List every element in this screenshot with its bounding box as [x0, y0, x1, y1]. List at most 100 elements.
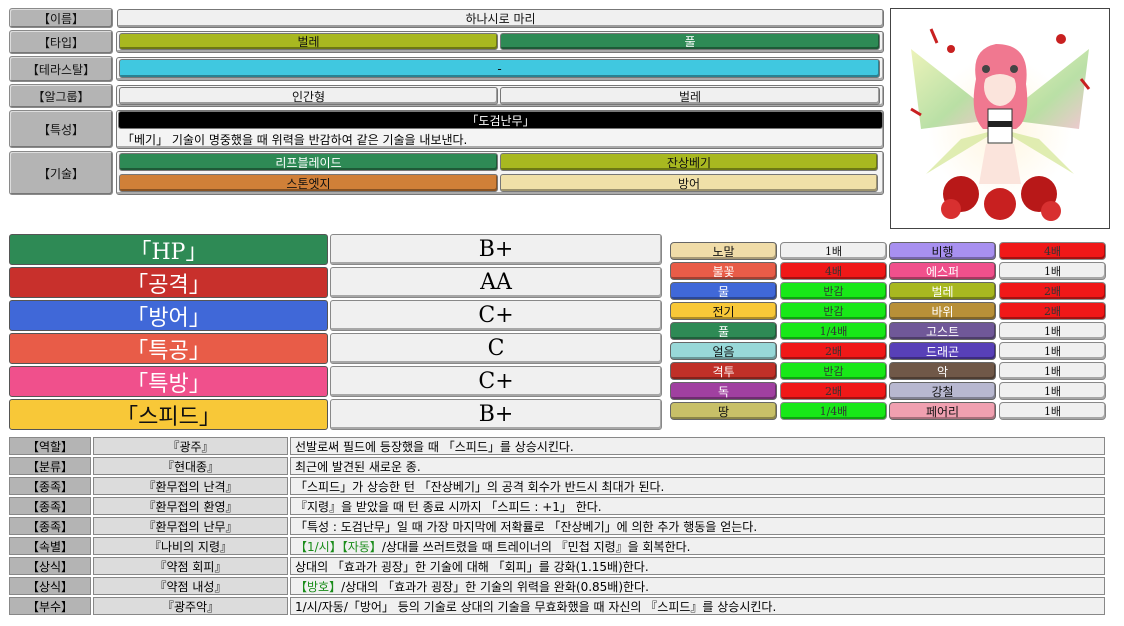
type-chart-type-6: 전기 — [670, 302, 777, 320]
trait-tag-5: 【1/시】【자동】 — [295, 539, 382, 554]
type-chart-type-1: 비행 — [889, 242, 996, 260]
move-4-label: 방어 — [677, 176, 701, 191]
trait-category-3: 【종족】 — [9, 497, 91, 515]
type-chart-multiplier-7: 2배 — [999, 302, 1106, 320]
trait-text-4: 「특성 : 도검난무」일 때 가장 마지막에 저확률로 「잔상베기」에 의한 추… — [295, 519, 758, 534]
type-label: 【타입】 — [9, 30, 113, 54]
type-chart-multiplier-11: 1배 — [999, 342, 1106, 360]
type-chart-multiplier-0: 1배 — [780, 242, 887, 260]
name-label: 【이름】 — [9, 8, 113, 28]
tera-label: 【테라스탈】 — [9, 56, 113, 82]
trait-name-5: 『나비의 지령』 — [93, 537, 288, 555]
type-chart-multiplier-3: 1배 — [999, 262, 1106, 280]
type-chart-multiplier-5: 2배 — [999, 282, 1106, 300]
tera-value: - — [497, 61, 502, 76]
trait-description-0: 선발로써 필드에 등장했을 때 「스피드」를 상승시킨다. — [290, 437, 1105, 455]
type-chart-type-17: 페어리 — [889, 402, 996, 420]
trait-text-0: 선발로써 필드에 등장했을 때 「스피드」를 상승시킨다. — [295, 439, 574, 454]
type-chart-multiplier-15: 1배 — [999, 382, 1106, 400]
stat-name-2: 「방어」 — [9, 300, 328, 331]
trait-name-3: 『환무접의 환영』 — [93, 497, 288, 515]
trait-description-3: 『지령』을 받았을 때 턴 종료 시까지 「스피드 : +1」 한다. — [290, 497, 1105, 515]
type-chart-type-11: 드래곤 — [889, 342, 996, 360]
trait-category-5: 【속별】 — [9, 537, 91, 555]
trait-name-7: 『약점 내성』 — [93, 577, 288, 595]
trait-description-1: 최근에 발견된 새로운 종. — [290, 457, 1105, 475]
trait-text-3: 『지령』을 받았을 때 턴 종료 시까지 「스피드 : +1」 한다. — [295, 499, 602, 514]
trait-category-1: 【분류】 — [9, 457, 91, 475]
trait-description-5: 【1/시】【자동】/상대를 쓰러트렸을 때 트레이너의 『민첩 지령』을 회복한… — [290, 537, 1105, 555]
trait-name-8: 『광주악』 — [93, 597, 288, 615]
type-chart-multiplier-1: 4배 — [999, 242, 1106, 260]
stat-grade-0: B+ — [330, 234, 662, 265]
type-chart-type-8: 풀 — [670, 322, 777, 340]
character-illustration — [891, 9, 1109, 228]
stat-grade-5: B+ — [330, 399, 662, 430]
trait-name-2: 『환무접의 난격』 — [93, 477, 288, 495]
trait-name-1: 『현대종』 — [93, 457, 288, 475]
trait-description-4: 「특성 : 도검난무」일 때 가장 마지막에 저확률로 「잔상베기」에 의한 추… — [290, 517, 1105, 535]
move-3-label: 스톤엣지 — [286, 176, 331, 191]
stat-name-0: 「HP」 — [9, 234, 328, 265]
trait-category-6: 【상식】 — [9, 557, 91, 575]
trait-description-2: 「스피드」가 상승한 턴 「잔상베기」의 공격 회수가 반드시 최대가 된다. — [290, 477, 1105, 495]
type-chart-multiplier-10: 2배 — [780, 342, 887, 360]
trait-text-5: /상대를 쓰러트렸을 때 트레이너의 『민첩 지령』을 회복한다. — [381, 539, 691, 554]
type-chart-multiplier-16: 1/4배 — [780, 402, 887, 420]
ability-description: 「베기」 기술이 명중했을 때 위력을 반감하여 같은 기술을 내보낸다. — [122, 133, 468, 147]
moves-label: 【기술】 — [9, 151, 113, 195]
egg-group-label: 【알그룹】 — [9, 84, 113, 108]
name-value: 하나시로 마리 — [117, 9, 884, 28]
type-2-label: 풀 — [684, 35, 696, 49]
stat-name-4: 「특방」 — [9, 366, 328, 397]
trait-name-6: 『약점 회피』 — [93, 557, 288, 575]
trait-description-7: 【방호】/상대의 「효과가 굉장」한 기술의 위력을 완화(0.85배)한다. — [290, 577, 1105, 595]
type-chart-multiplier-2: 4배 — [780, 262, 887, 280]
type-1-label: 벌레 — [297, 35, 320, 49]
trait-description-6: 상대의 「효과가 굉장」한 기술에 대해 「회피」를 강화(1.15배)한다. — [290, 557, 1105, 575]
type-chart-type-15: 강철 — [889, 382, 996, 400]
type-badge-1: 벌레 — [119, 33, 498, 50]
type-badge-2: 풀 — [500, 33, 880, 50]
type-chart-type-13: 악 — [889, 362, 996, 380]
stat-grade-1: AA — [330, 267, 662, 298]
type-chart-type-12: 격투 — [670, 362, 777, 380]
type-chart-multiplier-12: 반감 — [780, 362, 887, 380]
trait-text-1: 최근에 발견된 새로운 종. — [295, 459, 421, 474]
type-chart-type-3: 에스퍼 — [889, 262, 996, 280]
move-1-label: 리프블레이드 — [275, 155, 342, 170]
character-portrait — [890, 8, 1110, 229]
type-chart-multiplier-13: 1배 — [999, 362, 1106, 380]
type-chart-multiplier-6: 반감 — [780, 302, 887, 320]
stat-name-5: 「스피드」 — [9, 399, 328, 430]
move-4: 방어 — [500, 174, 878, 192]
trait-description-8: 1/시/자동/「방어」 등의 기술로 상대의 기술을 무효화했을 때 자신의 『… — [290, 597, 1105, 615]
trait-category-0: 【역할】 — [9, 437, 91, 455]
move-3: 스톤엣지 — [119, 174, 498, 192]
stat-grade-3: C — [330, 333, 662, 364]
trait-text-6: 상대의 「효과가 굉장」한 기술에 대해 「회피」를 강화(1.15배)한다. — [295, 559, 649, 574]
trait-tag-7: 【방호】 — [295, 579, 342, 594]
stat-grade-4: C+ — [330, 366, 662, 397]
type-chart-type-9: 고스트 — [889, 322, 996, 340]
trait-category-2: 【종족】 — [9, 477, 91, 495]
trait-category-4: 【종족】 — [9, 517, 91, 535]
type-chart-multiplier-14: 2배 — [780, 382, 887, 400]
type-chart-type-14: 독 — [670, 382, 777, 400]
move-1: 리프블레이드 — [119, 153, 498, 171]
type-chart-type-10: 얼음 — [670, 342, 777, 360]
move-2-label: 잔상베기 — [666, 155, 712, 170]
tera-badge: - — [119, 59, 880, 78]
stat-grade-2: C+ — [330, 300, 662, 331]
trait-category-8: 【부수】 — [9, 597, 91, 615]
type-chart-multiplier-9: 1배 — [999, 322, 1106, 340]
trait-category-7: 【상식】 — [9, 577, 91, 595]
type-chart-type-0: 노말 — [670, 242, 777, 260]
stat-name-3: 「특공」 — [9, 333, 328, 364]
egg-group-2: 벌레 — [500, 87, 880, 105]
type-chart-type-7: 바위 — [889, 302, 996, 320]
type-chart-type-5: 벌레 — [889, 282, 996, 300]
egg-group-1: 인간형 — [119, 87, 498, 105]
type-chart-multiplier-17: 1배 — [999, 402, 1106, 420]
type-chart-multiplier-8: 1/4배 — [780, 322, 887, 340]
